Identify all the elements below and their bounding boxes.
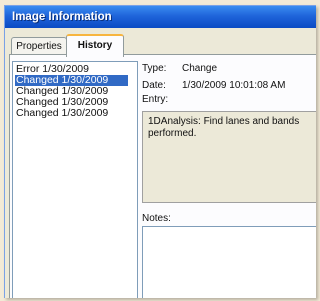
- history-details: Type: Change Date: 1/30/2009 10:01:08 AM…: [142, 63, 316, 298]
- history-list[interactable]: Error 1/30/2009 Changed 1/30/2009 Change…: [12, 61, 138, 298]
- type-label: Type:: [142, 63, 167, 74]
- tab-strip: Properties History: [9, 34, 316, 57]
- history-panel: Error 1/30/2009 Changed 1/30/2009 Change…: [9, 54, 316, 298]
- entry-label: Entry:: [142, 94, 169, 105]
- notes-textbox[interactable]: [142, 226, 316, 298]
- history-list-item[interactable]: Changed 1/30/2009: [15, 108, 128, 119]
- entry-textbox: 1DAnalysis: Find lanes and bands perform…: [142, 111, 316, 203]
- entry-row: Entry:: [142, 94, 168, 106]
- type-row: Type: Change: [142, 63, 217, 75]
- date-value: 1/30/2009 10:01:08 AM: [182, 80, 286, 91]
- image-information-window: Image Information Properties History Err…: [4, 5, 316, 298]
- type-value: Change: [182, 63, 218, 74]
- tab-history[interactable]: History: [66, 34, 124, 57]
- tab-properties[interactable]: Properties: [11, 37, 67, 55]
- window-title: Image Information: [5, 6, 316, 28]
- date-row: Date: 1/30/2009 10:01:08 AM: [142, 80, 285, 92]
- date-label: Date:: [142, 80, 166, 91]
- notes-label: Notes:: [142, 213, 171, 224]
